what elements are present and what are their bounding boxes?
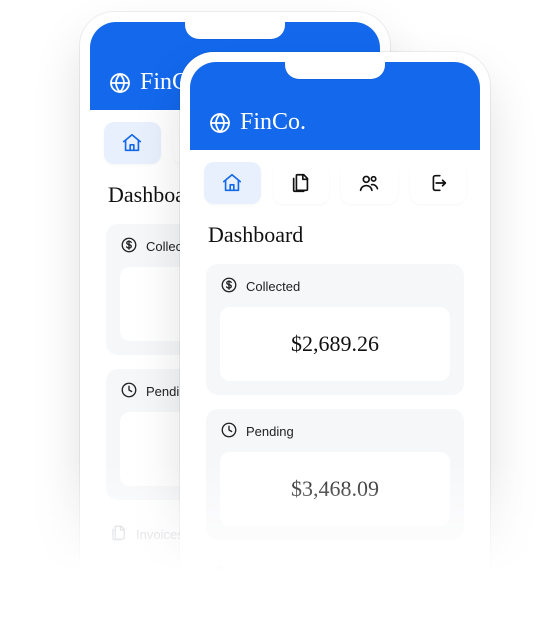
- card-collected-head: Collected: [220, 276, 450, 297]
- card-pending: Pending $3,468.09: [206, 409, 464, 540]
- invoices-icon: [110, 524, 128, 545]
- card-pending-label: Pending: [246, 424, 294, 439]
- phone-notch: [185, 21, 285, 39]
- clock-icon: [220, 421, 238, 442]
- users-icon: [358, 172, 380, 194]
- invoices-section[interactable]: Invoices: [206, 554, 464, 595]
- nav-home[interactable]: [104, 122, 161, 164]
- content: Dashboard Collected $2,689.26 Pending: [190, 222, 480, 611]
- card-collected-label: Collected: [246, 279, 300, 294]
- card-collected: Collected $2,689.26: [206, 264, 464, 395]
- phone-screen-front: FinCo.: [190, 62, 480, 620]
- brand-name: FinCo.: [240, 109, 306, 136]
- nav-home[interactable]: [204, 162, 261, 204]
- nav-documents[interactable]: [273, 162, 330, 204]
- documents-icon: [290, 172, 312, 194]
- phone-notch: [285, 61, 385, 79]
- globe-icon: [108, 71, 132, 95]
- invoices-label: Invoices: [236, 567, 284, 582]
- page-title: Dashboard: [208, 222, 464, 248]
- dollar-icon: [120, 236, 138, 257]
- card-pending-value: $3,468.09: [220, 452, 450, 526]
- nav-users[interactable]: [341, 162, 398, 204]
- dollar-icon: [220, 276, 238, 297]
- logout-icon: [427, 172, 449, 194]
- invoices-label: Invoices: [136, 527, 184, 542]
- invoices-icon: [210, 564, 228, 585]
- brand: FinCo.: [208, 109, 306, 136]
- card-pending-head: Pending: [220, 421, 450, 442]
- home-icon: [121, 132, 143, 154]
- home-icon: [221, 172, 243, 194]
- card-collected-value: $2,689.26: [220, 307, 450, 381]
- phone-frame-front: FinCo.: [180, 52, 490, 620]
- globe-icon: [208, 111, 232, 135]
- clock-icon: [120, 381, 138, 402]
- nav-row: [190, 150, 480, 216]
- nav-logout[interactable]: [410, 162, 467, 204]
